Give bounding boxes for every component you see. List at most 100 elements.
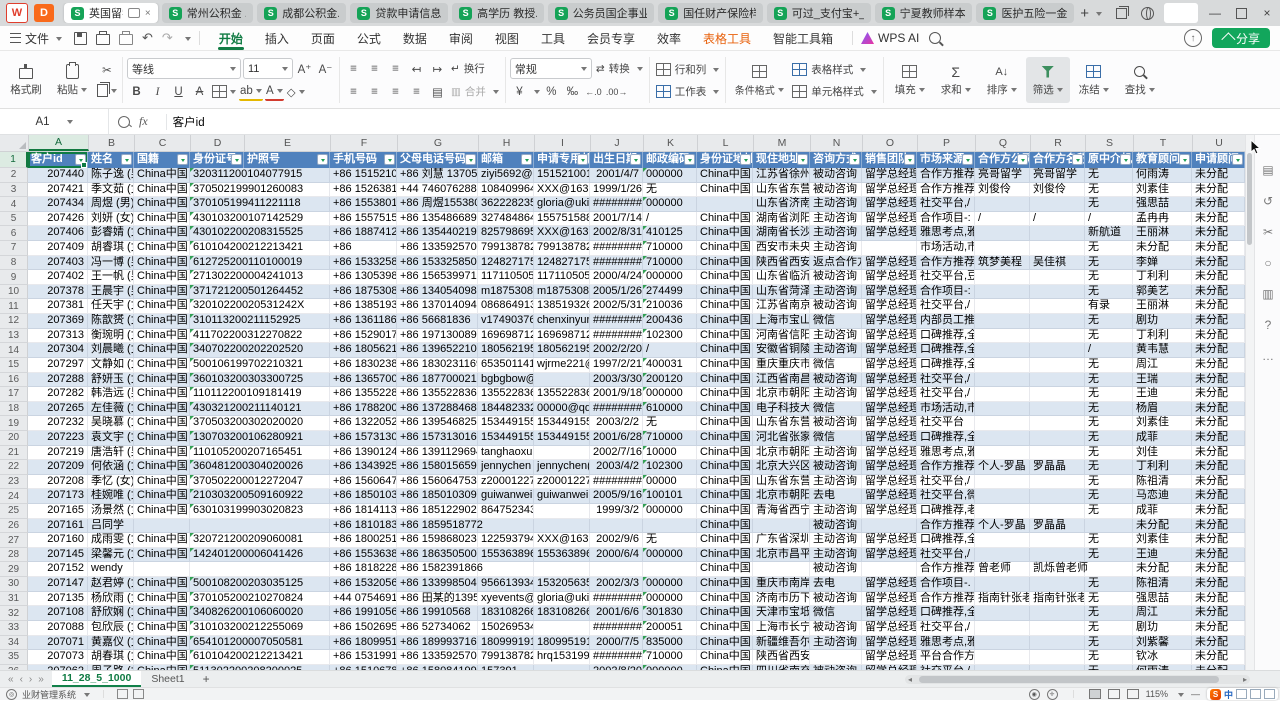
- cell-b21[interactable]: 唐浩轩 (男: [88, 446, 134, 461]
- cell-g27[interactable]: +86 1598680233: [397, 533, 478, 548]
- cell-c20[interactable]: China中国: [134, 431, 190, 446]
- cell-q3[interactable]: 刘俊伶: [975, 183, 1030, 198]
- cell-r11[interactable]: [1030, 299, 1085, 314]
- system-menu-chevron-icon[interactable]: [84, 693, 90, 700]
- column-header-e[interactable]: E: [245, 135, 331, 151]
- cell-p12[interactable]: 内部员工推: [917, 314, 975, 329]
- cell-a36[interactable]: 207062: [28, 665, 88, 670]
- cell-h27[interactable]: 122593794: [478, 533, 534, 548]
- cell-d28[interactable]: 142401200006041426: [190, 548, 330, 563]
- cell-k12[interactable]: 200436: [643, 314, 697, 329]
- cell-d22[interactable]: 360481200304020026: [190, 460, 330, 475]
- cell-i31[interactable]: gloria@uki: [534, 592, 590, 607]
- cell-c31[interactable]: China中国: [134, 592, 190, 607]
- cell-a31[interactable]: 207135: [28, 592, 88, 607]
- cell-c23[interactable]: China中国: [134, 475, 190, 490]
- cell-i26[interactable]: [534, 519, 590, 534]
- column-header-u[interactable]: U: [1193, 135, 1245, 151]
- row-header-30[interactable]: 30: [0, 577, 28, 592]
- column-header-q[interactable]: Q: [976, 135, 1031, 151]
- cell-a9[interactable]: 207402: [28, 270, 88, 285]
- upload-icon[interactable]: ↑: [1184, 29, 1202, 47]
- cell-u26[interactable]: 未分配: [1192, 519, 1245, 534]
- cell-p7[interactable]: 市场活动,市: [917, 241, 975, 256]
- row-header-21[interactable]: 21: [0, 446, 28, 461]
- cell-i18[interactable]: 00000@qq: [534, 402, 590, 417]
- cell-g8[interactable]: +86 1533258500: [397, 256, 478, 271]
- cell-k17[interactable]: 000000: [643, 387, 697, 402]
- cell-i13[interactable]: 169698712: [534, 329, 590, 344]
- cell-q18[interactable]: [975, 402, 1030, 417]
- cell-j26[interactable]: [590, 519, 643, 534]
- cell-s34[interactable]: 无: [1085, 636, 1133, 651]
- row-header-19[interactable]: 19: [0, 416, 28, 431]
- cell-a12[interactable]: 207369: [28, 314, 88, 329]
- cell-o18[interactable]: 留学总经理: [862, 402, 917, 417]
- cell-a5[interactable]: 207426: [28, 212, 88, 227]
- cell-q33[interactable]: [975, 621, 1030, 636]
- next-sheet-icon[interactable]: ›: [29, 674, 32, 685]
- undo-icon[interactable]: ↶: [142, 30, 153, 46]
- cell-t14[interactable]: 黄韦慧: [1133, 343, 1192, 358]
- cell-r28[interactable]: [1030, 548, 1085, 563]
- justify-icon[interactable]: ≡: [407, 83, 426, 100]
- file-tab[interactable]: S常州公积金 .xlsx: [162, 3, 254, 23]
- wrap-text-button[interactable]: ↵换行: [449, 59, 487, 78]
- italic-button[interactable]: I: [148, 83, 167, 100]
- row-header-18[interactable]: 18: [0, 402, 28, 417]
- cell-h5[interactable]: 327484864: [478, 212, 534, 227]
- cell-b11[interactable]: 任天宇 (女: [88, 299, 134, 314]
- cell-o21[interactable]: 留学总经理: [862, 446, 917, 461]
- cell-m26[interactable]: [753, 519, 810, 534]
- cell-g33[interactable]: +86 52734062: [397, 621, 478, 636]
- cell-d6[interactable]: 430102200208315525: [190, 226, 330, 241]
- wps-logo-icon[interactable]: W: [6, 3, 28, 23]
- cell-c16[interactable]: China中国: [134, 373, 190, 388]
- cell-p11[interactable]: 社交平台,/: [917, 299, 975, 314]
- menu-start[interactable]: 开始: [208, 26, 254, 50]
- cell-k31[interactable]: 000000: [643, 592, 697, 607]
- cell-o23[interactable]: 留学总经理: [862, 475, 917, 490]
- split-view-icon[interactable]: [117, 689, 128, 699]
- cell-d32[interactable]: 340826200106060020: [190, 606, 330, 621]
- cut-button[interactable]: ✂: [96, 62, 118, 79]
- menu-tools[interactable]: 工具: [530, 26, 576, 50]
- cell-f9[interactable]: +86 13053983: [330, 270, 397, 285]
- cell-g7[interactable]: +86 1335925706: [397, 241, 478, 256]
- cell-r8[interactable]: 吴佳祺: [1030, 256, 1085, 271]
- filter-dropdown-button[interactable]: [1017, 154, 1028, 165]
- cell-i23[interactable]: z20001227: [534, 475, 590, 490]
- cell-r24[interactable]: [1030, 489, 1085, 504]
- cell-l15[interactable]: China中国: [697, 358, 753, 373]
- cell-g12[interactable]: +86 56681836: [397, 314, 478, 329]
- increase-indent-icon[interactable]: ↦: [428, 60, 447, 77]
- cell-s25[interactable]: 无: [1085, 504, 1133, 519]
- cell-o28[interactable]: 留学总经理: [862, 548, 917, 563]
- cell-q31[interactable]: 指南针张老: [975, 592, 1030, 607]
- cell-d34[interactable]: 654101200007050581: [190, 636, 330, 651]
- cell-c8[interactable]: China中国: [134, 256, 190, 271]
- cell-l16[interactable]: China中国: [697, 373, 753, 388]
- row-header-5[interactable]: 5: [0, 212, 28, 227]
- cell-b12[interactable]: 陈歆赟 (女: [88, 314, 134, 329]
- cell-m28[interactable]: 北京市昌平: [753, 548, 810, 563]
- cell-i19[interactable]: 153449155: [534, 416, 590, 431]
- cell-d12[interactable]: 310113200211152925: [190, 314, 330, 329]
- cell-n26[interactable]: 被动咨询: [810, 519, 862, 534]
- cell-h4[interactable]: 362228235: [478, 197, 534, 212]
- row-header-16[interactable]: 16: [0, 373, 28, 388]
- panel-clock-icon[interactable]: ○: [1264, 256, 1271, 270]
- cell-r6[interactable]: [1030, 226, 1085, 241]
- workspace-icon[interactable]: [1108, 2, 1134, 24]
- cell-c4[interactable]: China中国: [134, 197, 190, 212]
- cell-u5[interactable]: 未分配: [1192, 212, 1245, 227]
- row-header-7[interactable]: 7: [0, 241, 28, 256]
- cell-f26[interactable]: +86 18101832: [330, 519, 397, 534]
- cell-t6[interactable]: 王丽淋: [1133, 226, 1192, 241]
- last-sheet-icon[interactable]: »: [38, 674, 44, 685]
- cell-t35[interactable]: 钦冰: [1133, 650, 1192, 665]
- cell-l18[interactable]: China中国: [697, 402, 753, 417]
- header-cell-d[interactable]: 身份证号: [190, 152, 244, 168]
- cell-g22[interactable]: +86 1580156591: [397, 460, 478, 475]
- cell-s31[interactable]: 无: [1085, 592, 1133, 607]
